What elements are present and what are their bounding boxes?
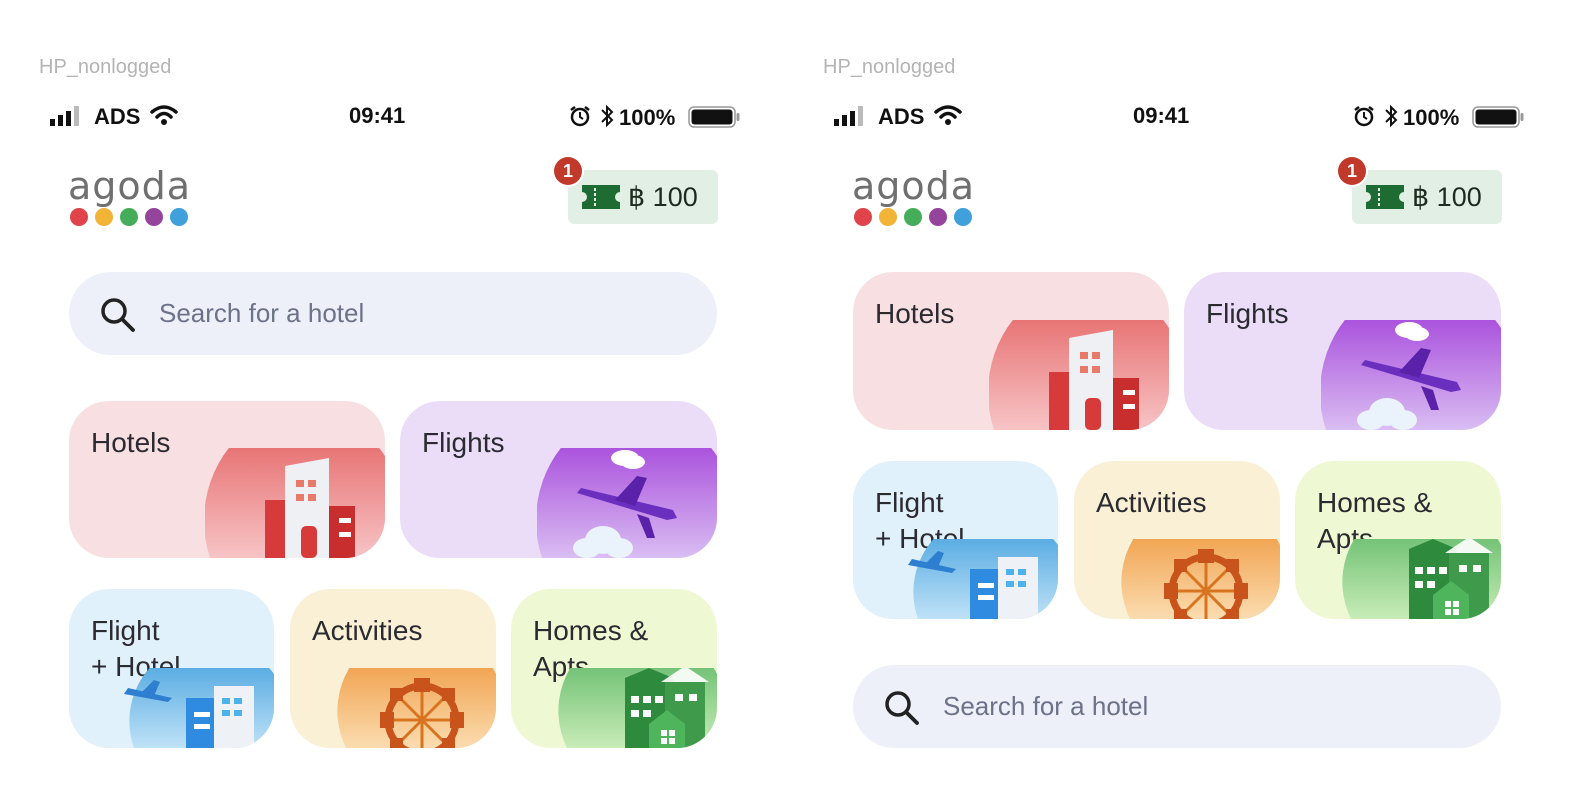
flight-hotel-tile[interactable]: Flight + Hotel: [853, 461, 1058, 619]
flights-label: Flights: [422, 427, 505, 458]
hotels-tile[interactable]: Hotels: [69, 401, 385, 558]
status-time: 09:41: [1133, 103, 1190, 128]
homes-apts-tile[interactable]: Homes & Apts: [511, 589, 717, 748]
carrier-name: ADS: [94, 104, 141, 129]
homes-apts-tile[interactable]: Homes & Apts: [1295, 461, 1501, 619]
hotel-building-icon: [205, 448, 385, 558]
carrier-name: ADS: [878, 104, 925, 129]
wallet-balance-button[interactable]: ฿ 100: [568, 170, 718, 224]
ticket-icon: [582, 185, 620, 209]
hotels-label: Hotels: [91, 427, 171, 458]
alarm-icon: [570, 106, 590, 127]
activities-tile[interactable]: Activities: [1074, 461, 1280, 619]
logo-dots: [854, 208, 972, 226]
agoda-logo[interactable]: agoda: [68, 164, 190, 228]
logo-dots: [70, 208, 188, 226]
search-icon: [101, 298, 135, 332]
airplane-icon: [1321, 320, 1501, 430]
battery-icon: [1472, 106, 1524, 128]
activities-label: Activities: [312, 615, 423, 646]
frame-label: HP_nonlogged: [823, 56, 956, 78]
homepage-screen-variant-b: ADS 09:41 100% agoda ฿ 100 1 Hotels Flig…: [830, 96, 1530, 788]
signal-icon: [50, 106, 79, 126]
flight-hotel-tile[interactable]: Flight + Hotel: [69, 589, 274, 748]
houses-icon: [558, 668, 717, 748]
homepage-screen-variant-a: ADS 09:41 100% agoda ฿ 100 1 Search for …: [46, 96, 746, 788]
wallet-balance-button[interactable]: ฿ 100: [1352, 170, 1502, 224]
hotels-tile[interactable]: Hotels: [853, 272, 1169, 430]
ferris-wheel-icon: [337, 668, 496, 748]
wallet-amount: ฿ 100: [628, 182, 698, 212]
activities-tile[interactable]: Activities: [290, 589, 496, 748]
activities-label: Activities: [1096, 487, 1207, 518]
search-icon: [885, 691, 919, 725]
notification-badge: 1: [554, 157, 582, 185]
status-time: 09:41: [349, 103, 406, 128]
battery-icon: [688, 106, 740, 128]
airplane-icon: [537, 448, 717, 558]
flights-label: Flights: [1206, 298, 1289, 329]
battery-percentage: 100%: [1403, 105, 1460, 130]
flight-hotel-icon: [124, 668, 274, 748]
ferris-wheel-icon: [1121, 539, 1280, 619]
search-placeholder: Search for a hotel: [943, 691, 1149, 721]
logo-wordmark: agoda: [68, 164, 192, 208]
flight-hotel-icon: [908, 539, 1058, 619]
battery-percentage: 100%: [619, 105, 676, 130]
bluetooth-icon: [1385, 104, 1398, 128]
ticket-icon: [1366, 185, 1404, 209]
houses-icon: [1342, 539, 1501, 619]
signal-icon: [834, 106, 863, 126]
status-bar: ADS 09:41 100%: [46, 96, 746, 136]
hotel-building-icon: [989, 320, 1169, 430]
flights-tile[interactable]: Flights: [400, 401, 717, 558]
alarm-icon: [1354, 106, 1374, 127]
bluetooth-icon: [601, 104, 614, 128]
wifi-icon: [934, 105, 962, 125]
notification-badge: 1: [1338, 157, 1366, 185]
hotels-label: Hotels: [875, 298, 955, 329]
frame-label: HP_nonlogged: [39, 56, 172, 78]
wallet-amount: ฿ 100: [1412, 182, 1482, 212]
search-placeholder: Search for a hotel: [159, 298, 365, 328]
wifi-icon: [150, 105, 178, 125]
agoda-logo[interactable]: agoda: [852, 164, 974, 228]
logo-wordmark: agoda: [852, 164, 976, 208]
flights-tile[interactable]: Flights: [1184, 272, 1501, 430]
search-bar[interactable]: Search for a hotel: [853, 665, 1501, 748]
status-bar: ADS 09:41 100%: [830, 96, 1530, 136]
search-bar[interactable]: Search for a hotel: [69, 272, 717, 355]
